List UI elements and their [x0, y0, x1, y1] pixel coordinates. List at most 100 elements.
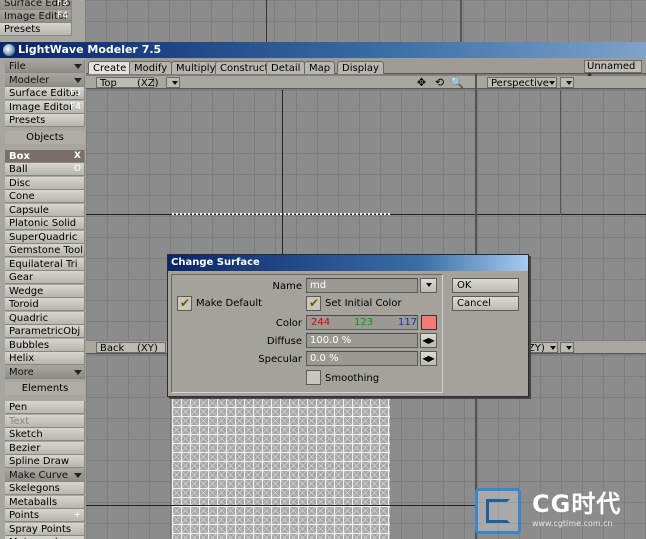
tool-gear-button[interactable]: Gear [5, 271, 85, 284]
viewport-top-view-select[interactable]: Top (XZ) [96, 77, 159, 89]
tool-label: Modeler [9, 74, 50, 86]
tool-pen-button[interactable]: Pen [5, 401, 85, 414]
tool-helix-button[interactable]: Helix [5, 352, 85, 365]
color-swatch[interactable] [421, 315, 437, 330]
tab-create[interactable]: Create [88, 61, 132, 74]
tool-bezier-button[interactable]: Bezier [5, 441, 85, 455]
tool-parametricobj-button[interactable]: ParametricObj [5, 325, 85, 338]
smoothing-checkbox[interactable] [306, 370, 321, 385]
object-name-select[interactable]: Unnamed * [584, 60, 642, 83]
tool-wedge-button[interactable]: Wedge [5, 284, 85, 298]
viewport-perspective-view-select[interactable]: Perspective [487, 77, 557, 89]
tool-label: ParametricObj [9, 326, 81, 337]
tool-metaballs-button[interactable]: Metaballs [5, 495, 85, 509]
tool-label: Disc [9, 177, 31, 189]
chevron-down-icon [74, 64, 82, 69]
tool-gemstone-tool-button[interactable]: Gemstone Tool [5, 244, 85, 257]
tool-surface-editor-button[interactable]: Surface Editor F3 [5, 87, 85, 100]
tool-bubbles-button[interactable]: Bubbles [5, 338, 85, 352]
tool-ball-button[interactable]: Ball O [5, 163, 85, 176]
check-icon: ✔ [309, 296, 320, 310]
watermark-brand: CG时代 [532, 490, 622, 518]
tool-image-editor-button[interactable]: Image Editor F4 [5, 100, 85, 114]
tab-modify[interactable]: Modify [129, 61, 173, 74]
shortcut-hint: X [74, 150, 81, 161]
make-default-checkbox[interactable]: ✔ [177, 296, 192, 311]
chevron-down-icon [74, 369, 82, 375]
tab-detail[interactable]: Detail [266, 61, 306, 74]
shortcut-hint: O [73, 164, 81, 174]
tool-box-button[interactable]: Box X [5, 149, 85, 163]
tool-label: Spray Points [9, 523, 72, 535]
move-view-icon[interactable]: ✥ [416, 77, 427, 88]
zoom-view-icon[interactable]: 🔍 [450, 76, 464, 89]
color-green-value[interactable]: 123 [354, 317, 373, 328]
chevron-down-icon [74, 472, 82, 478]
specular-field[interactable]: 0.0 % [306, 351, 418, 366]
diffuse-slider-button[interactable]: ◀▶ [420, 333, 437, 348]
tool-equilateral-tri-button[interactable]: Equilateral Tri [5, 257, 85, 271]
bg-divider [460, 0, 462, 42]
tool-disc-button[interactable]: Disc [5, 176, 85, 190]
surface-name-field[interactable]: md [306, 278, 418, 293]
bg-surface-editor-button: Surface Editor F3 [0, 0, 72, 10]
color-red-value[interactable]: 244 [311, 317, 330, 328]
tool-presets-button[interactable]: Presets [5, 114, 85, 127]
tab-map[interactable]: Map [304, 61, 336, 74]
tab-multiply[interactable]: Multiply [171, 61, 221, 74]
specular-slider-button[interactable]: ◀▶ [420, 351, 437, 366]
bg-divider [266, 0, 267, 42]
viewport-perspective-mode-select[interactable] [560, 77, 574, 88]
tool-file-button[interactable]: File [5, 60, 85, 73]
shortcut-hint: F4 [70, 101, 81, 112]
tool-spline-draw-button[interactable]: Spline Draw [5, 455, 85, 468]
tool-label: Points [9, 510, 40, 521]
name-label: Name [272, 281, 302, 292]
tool-text-button[interactable]: Text [5, 414, 85, 428]
tool-label: Gemstone Tool [9, 245, 83, 256]
tool-label: Ball [9, 164, 28, 175]
tool-cone-button[interactable]: Cone [5, 190, 85, 203]
tool-label: Wedge [9, 285, 44, 297]
tool-superquadric-button[interactable]: SuperQuadric [5, 230, 85, 244]
cg-logo-icon [475, 488, 521, 534]
window-title: LightWave Modeler 7.5 [18, 43, 162, 56]
tool-label: Presets [9, 115, 46, 126]
cancel-button[interactable]: Cancel [452, 296, 519, 311]
tool-toroid-button[interactable]: Toroid [5, 298, 85, 311]
tool-sketch-button[interactable]: Sketch [5, 428, 85, 441]
tool-more-button[interactable]: More [5, 365, 85, 379]
tool-label: Box [9, 150, 30, 162]
tool-spray-points-button[interactable]: Spray Points [5, 522, 85, 536]
surface-name-dropdown[interactable] [420, 278, 437, 293]
tool-label: Quadric [9, 312, 49, 324]
rotate-view-icon[interactable]: ⟲ [434, 77, 445, 88]
tool-label: More [9, 366, 34, 378]
tool-skelegons-button[interactable]: Skelegons [5, 482, 85, 495]
viewport-back-view-select[interactable]: Back (XY) [96, 342, 166, 354]
color-blue-value[interactable]: 117 [398, 317, 417, 328]
tool-quadric-button[interactable]: Quadric [5, 311, 85, 325]
viewport-top-mode-select[interactable] [166, 77, 180, 88]
section-header: Objects [5, 130, 85, 144]
tab-display[interactable]: Display [337, 61, 384, 74]
tool-label: Helix [9, 353, 35, 364]
specular-label: Specular [258, 354, 302, 365]
tool-capsule-button[interactable]: Capsule [5, 203, 85, 217]
tool-platonic-solid-button[interactable]: Platonic Solid [5, 217, 85, 230]
tab-construct[interactable]: Construct [215, 61, 274, 74]
tool-label: Make Curve [9, 469, 69, 481]
tool-label: File [9, 61, 26, 72]
diffuse-field[interactable]: 100.0 % [306, 333, 418, 348]
watermark-url: www.cgtime.com.cn [532, 519, 613, 528]
set-initial-color-checkbox[interactable]: ✔ [306, 296, 321, 311]
tool-make-curve-button[interactable]: Make Curve [5, 468, 85, 482]
tool-points-button[interactable]: Points + [5, 509, 85, 522]
viewport-right-mode-select[interactable] [560, 342, 574, 353]
dialog-title: Change Surface [171, 257, 260, 268]
tool-label: Toroid [9, 299, 39, 310]
tool-modeler-button[interactable]: Modeler [5, 73, 85, 87]
tool-label: Gear [9, 272, 34, 283]
ok-button[interactable]: OK [452, 278, 519, 293]
bg-image-editor-button: Image Editor F4 [0, 10, 72, 23]
